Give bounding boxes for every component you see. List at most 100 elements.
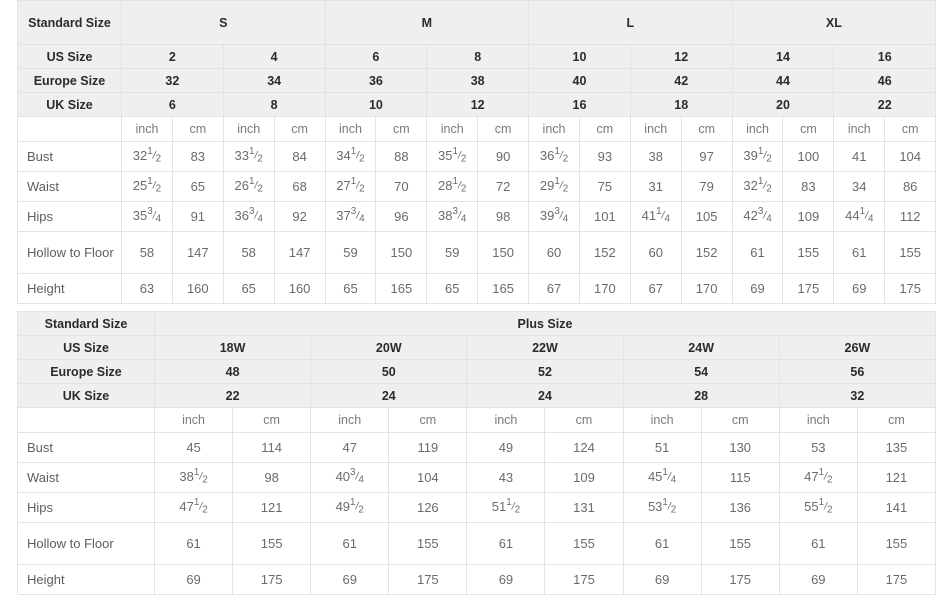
measure-cell: 423/4 [731, 201, 784, 232]
measure-cell: 126 [388, 492, 468, 523]
measure-cell: 251/2 [121, 171, 173, 202]
europe-size-value: 42 [629, 68, 733, 93]
measure-cell: 155 [782, 231, 835, 274]
uk-size-value: 22 [833, 92, 937, 117]
measure-cell: 58 [222, 231, 275, 274]
measure-cell: 271/2 [324, 171, 377, 202]
measure-cell: 150 [477, 231, 530, 274]
unit-cell: inch [528, 116, 580, 142]
measure-cell: 363/4 [222, 201, 275, 232]
group-header-l: L [528, 0, 733, 45]
uk-size-value: 6 [121, 92, 224, 117]
plus-us-size-value: 22W [466, 335, 624, 360]
measure-cell: 131 [544, 492, 624, 523]
plus-us-size-value: 26W [778, 335, 936, 360]
unit-cell: cm [171, 116, 224, 142]
measure-cell: 353/4 [121, 201, 173, 232]
uk-size-value: 16 [528, 92, 631, 117]
measure-cell: 165 [375, 273, 428, 304]
measure-cell: 61 [622, 522, 702, 565]
measure-cell: 47 [310, 432, 390, 463]
measure-cell: 141 [856, 492, 936, 523]
measure-cell: 124 [544, 432, 624, 463]
measure-cell: 383/4 [426, 201, 479, 232]
measure-cell: 60 [629, 231, 682, 274]
table-row: Hollow to Floor 61 155 61 155 61 155 61 155 61 155 [17, 522, 936, 565]
measure-cell: 403/4 [310, 462, 390, 493]
measure-cell: 155 [388, 522, 468, 565]
unit-cell: cm [544, 407, 624, 433]
table-row: Height 63 160 65 160 65 165 65 165 67 170 67 170 69 17… [17, 273, 937, 304]
plus-us-size-value: 18W [153, 335, 312, 360]
group-header-plus-size: Plus Size [154, 311, 936, 336]
unit-cell: cm [388, 407, 468, 433]
measure-cell: 391/2 [731, 141, 784, 172]
unit-cell: inch [153, 407, 234, 433]
uk-size-row: UK Size 6 8 10 12 16 18 20 22 [17, 92, 937, 117]
measure-cell: 69 [833, 273, 886, 304]
uk-size-value: 8 [222, 92, 326, 117]
plus-uk-size-row: UK Size 22 24 24 28 32 [17, 383, 936, 408]
measure-cell: 91 [171, 201, 224, 232]
measure-cell: 136 [700, 492, 780, 523]
measure-cell: 72 [477, 171, 530, 202]
measure-cell: 75 [578, 171, 631, 202]
measure-cell: 59 [426, 231, 479, 274]
measure-cell: 51 [622, 432, 702, 463]
measure-cell: 84 [273, 141, 326, 172]
unit-cell: inch [121, 116, 173, 142]
size-chart-page: Standard Size S M L XL US Size 2 4 6 8 1… [0, 0, 952, 599]
measure-cell: 531/2 [622, 492, 702, 523]
measure-cell: 69 [778, 564, 858, 595]
measure-cell: 58 [121, 231, 173, 274]
measure-row-label: Hips [17, 492, 155, 523]
measure-cell: 70 [375, 171, 428, 202]
unit-cell: cm [700, 407, 780, 433]
plus-size-table: Standard Size Plus Size US Size 18W 20W … [17, 311, 936, 595]
unit-cell: inch [324, 116, 377, 142]
measure-cell: 155 [544, 522, 624, 565]
table-row: Bust 45 114 47 119 49 124 51 130 53 135 [17, 432, 936, 463]
measure-row-label: Hips [17, 201, 122, 232]
standard-size-table: Standard Size S M L XL US Size 2 4 6 8 1… [17, 0, 937, 304]
us-size-value: 6 [324, 44, 428, 69]
measure-cell: 160 [171, 273, 224, 304]
measure-cell: 61 [833, 231, 886, 274]
uk-size-value: 18 [629, 92, 733, 117]
unit-cell: cm [856, 407, 936, 433]
measure-cell: 61 [310, 522, 390, 565]
unit-cell: inch [622, 407, 702, 433]
measure-cell: 69 [466, 564, 546, 595]
measure-cell: 175 [856, 564, 936, 595]
us-size-label: US Size [17, 44, 122, 69]
uk-size-value: 10 [324, 92, 428, 117]
measure-cell: 65 [324, 273, 377, 304]
measure-cell: 34 [833, 171, 886, 202]
us-size-value: 16 [833, 44, 937, 69]
plus-uk-size-value: 24 [466, 383, 624, 408]
plus-table-body: Standard Size Plus Size US Size 18W 20W … [17, 311, 936, 595]
unit-cell: inch [310, 407, 390, 433]
plus-uk-size-value: 28 [622, 383, 780, 408]
measure-cell: 61 [731, 231, 784, 274]
measure-cell: 165 [477, 273, 530, 304]
unit-cell: inch [426, 116, 479, 142]
standard-size-label-header: Standard Size [17, 0, 122, 45]
measure-row-label: Hollow to Floor [17, 231, 122, 274]
europe-size-value: 32 [121, 68, 224, 93]
measure-cell: 45 [153, 432, 234, 463]
europe-size-row: Europe Size 32 34 36 38 40 42 44 46 [17, 68, 937, 93]
measure-cell: 170 [680, 273, 733, 304]
measure-cell: 471/2 [153, 492, 234, 523]
plus-europe-size-value: 48 [153, 359, 312, 384]
table-row: Hips 471/2 121 491/2 126 511/2 131 531/2 136 551/… [17, 492, 936, 523]
table-row: Hollow to Floor 58 147 58 147 59 150 59 150 60 152… [17, 231, 937, 274]
measure-cell: 61 [466, 522, 546, 565]
measure-cell: 92 [273, 201, 326, 232]
measure-cell: 152 [680, 231, 733, 274]
measure-cell: 69 [310, 564, 390, 595]
standard-table-body: Standard Size S M L XL US Size 2 4 6 8 1… [17, 0, 937, 304]
unit-cell: inch [778, 407, 858, 433]
plus-europe-size-row: Europe Size 48 50 52 54 56 [17, 359, 936, 384]
plus-group-header-row: Standard Size Plus Size [17, 311, 936, 336]
